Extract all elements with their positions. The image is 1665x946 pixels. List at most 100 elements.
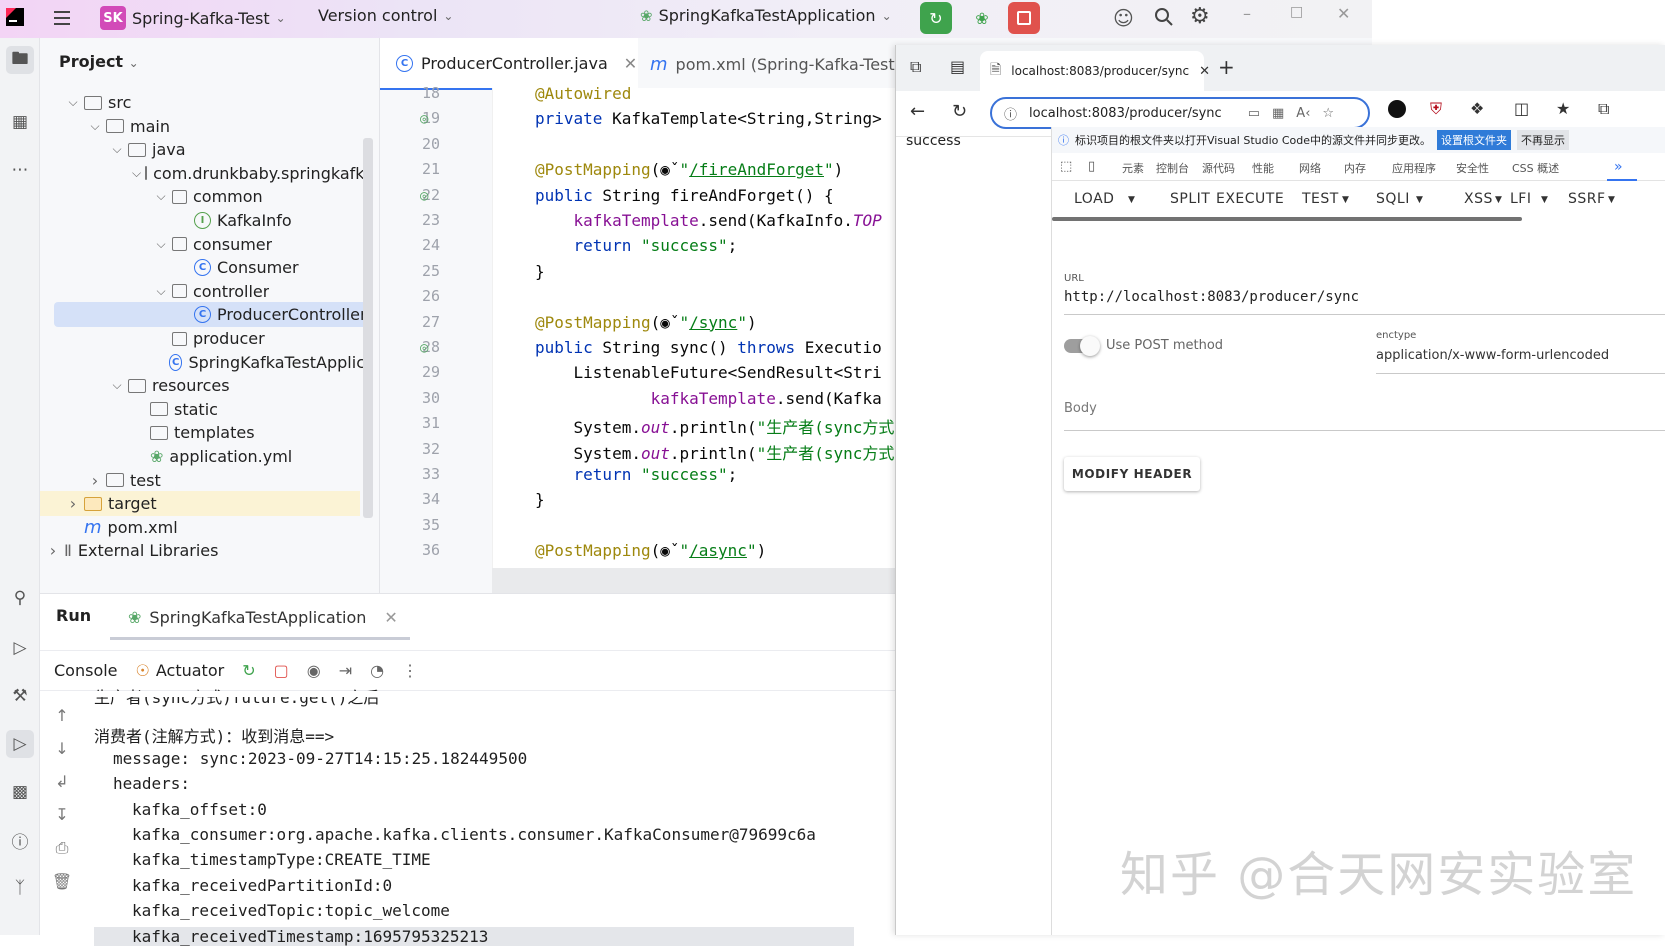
tree-item[interactable]: I KafkaInfo: [40, 208, 292, 233]
chevron-down-icon[interactable]: ⌵: [154, 237, 168, 252]
rerun-icon[interactable]: ↻: [242, 661, 255, 680]
spring-bean-gutter-icon[interactable]: ◎: [420, 340, 428, 356]
gauge-icon[interactable]: ◔: [370, 661, 384, 680]
debug-button[interactable]: ❀: [966, 2, 998, 34]
hackbar-menu-item[interactable]: XSS: [1464, 191, 1493, 207]
services-icon[interactable]: ▷: [6, 634, 34, 662]
search-icon[interactable]: ⚲: [6, 584, 34, 612]
hackbar-scrollbar[interactable]: [1052, 217, 1522, 221]
spring-bean-gutter-icon[interactable]: ◎: [420, 111, 428, 127]
devtools-tab[interactable]: 安全性: [1456, 160, 1489, 176]
chevron-down-icon[interactable]: ⌵: [66, 95, 80, 110]
hackbar-menu-item[interactable]: SPLIT: [1170, 191, 1210, 207]
dropdown-caret-icon[interactable]: ▼: [1342, 195, 1349, 205]
chevron-right-icon[interactable]: ›: [46, 541, 60, 560]
scroll-down-icon[interactable]: ↓: [55, 739, 68, 758]
tree-item[interactable]: C ProducerController: [54, 302, 369, 328]
chevron-down-icon[interactable]: ⌵: [110, 378, 124, 393]
enctype-select[interactable]: application/x-www-form-urlencoded: [1376, 348, 1665, 374]
tree-item[interactable]: › Ⅱ External Libraries: [40, 538, 219, 563]
hackbar-menu-item[interactable]: SQLI: [1376, 191, 1410, 207]
restore-layout-icon[interactable]: ⇥: [339, 661, 352, 680]
inspect-icon[interactable]: ⬚: [1060, 159, 1072, 174]
chevron-down-icon[interactable]: ⌵: [110, 142, 124, 157]
devtools-tab[interactable]: 源代码: [1202, 160, 1235, 176]
run-config-selector[interactable]: ❀ SpringKafkaTestApplication ⌄: [640, 6, 892, 25]
devtools-tab[interactable]: 网络: [1299, 160, 1321, 176]
tree-item[interactable]: ⌵ common: [40, 184, 262, 209]
editor-hscroll[interactable]: [492, 568, 895, 593]
devtools-tab[interactable]: 元素: [1122, 160, 1144, 176]
tab-actions-icon[interactable]: ▤: [950, 57, 965, 76]
browser-tab[interactable]: 🗎 localhost:8083/producer/sync ✕: [980, 51, 1210, 91]
tree-item[interactable]: ⌵ consumer: [40, 232, 272, 257]
hackbar-menu-item[interactable]: LFI: [1510, 191, 1531, 207]
devtools-tab[interactable]: 控制台: [1156, 160, 1189, 176]
devtools-tab[interactable]: 应用程序: [1392, 160, 1436, 176]
tree-item[interactable]: static: [40, 397, 218, 422]
soft-wrap-icon[interactable]: ↲: [55, 772, 68, 791]
more-icon[interactable]: ⋮: [402, 661, 418, 680]
tree-item[interactable]: m pom.xml: [40, 515, 178, 540]
tree-item[interactable]: ⌵ src: [40, 90, 131, 115]
code-editor[interactable]: 18 @Autowired 19 ◎ private KafkaTemplate<Str…: [380, 84, 895, 593]
ide-logo-icon[interactable]: [4, 6, 26, 28]
chevron-down-icon[interactable]: ⌵: [154, 284, 168, 299]
chevron-down-icon[interactable]: ⌵: [154, 189, 168, 204]
tree-item[interactable]: C SpringKafkaTestApplic: [40, 350, 365, 375]
run-tool-icon[interactable]: ▷: [6, 730, 34, 758]
scroll-up-icon[interactable]: ↑: [55, 706, 68, 725]
chevron-right-icon[interactable]: ›: [88, 471, 102, 490]
url-input[interactable]: http://localhost:8083/producer/sync: [1064, 289, 1665, 315]
reload-icon[interactable]: ↻: [952, 101, 967, 122]
dropdown-caret-icon[interactable]: ▼: [1495, 195, 1502, 205]
add-user-icon[interactable]: ☺: [1113, 6, 1134, 30]
tree-item[interactable]: ⌵ main: [40, 114, 170, 139]
set-root-folder-button[interactable]: 设置根文件夹: [1437, 130, 1512, 150]
run-config-tab[interactable]: ❀ SpringKafkaTestApplication ✕: [128, 594, 398, 640]
chevron-right-icon[interactable]: ›: [66, 494, 80, 513]
vcs-menu[interactable]: Version control ⌄: [318, 6, 453, 25]
gear-icon[interactable]: ⚙: [1190, 4, 1210, 29]
dont-show-again-button[interactable]: 不再显示: [1517, 130, 1570, 150]
project-switcher[interactable]: SK Spring-Kafka-Test ⌄: [100, 6, 286, 30]
tree-item[interactable]: ⌵ com.drunkbaby.springkafka: [40, 161, 365, 186]
body-input[interactable]: Body: [1064, 401, 1665, 431]
device-icon[interactable]: ▭: [1248, 106, 1260, 121]
dropdown-caret-icon[interactable]: ▼: [1541, 195, 1548, 205]
workspaces-icon[interactable]: ⧉: [910, 57, 921, 77]
tree-item[interactable]: › target: [40, 491, 360, 517]
more-tools-icon[interactable]: ⋯: [6, 156, 34, 184]
read-aloud-icon[interactable]: A‹: [1296, 106, 1310, 121]
project-panel-title[interactable]: Project ⌄: [59, 52, 139, 71]
tree-item[interactable]: producer: [40, 326, 265, 351]
collections-icon[interactable]: ⧉: [1598, 99, 1609, 119]
camera-icon[interactable]: ◉: [307, 661, 321, 680]
project-tool-icon[interactable]: 🖿: [6, 46, 34, 74]
post-method-toggle[interactable]: [1064, 336, 1100, 356]
chevron-down-icon[interactable]: ⌵: [132, 166, 141, 181]
device-toggle-icon[interactable]: ▯: [1088, 159, 1095, 174]
terminal-icon[interactable]: ▩: [6, 778, 34, 806]
scroll-to-end-icon[interactable]: ↧: [55, 805, 68, 824]
problems-icon[interactable]: ⓘ: [6, 826, 34, 854]
split-screen-icon[interactable]: ◫: [1514, 99, 1529, 118]
hackbar-menu-item[interactable]: EXECUTE: [1216, 191, 1284, 207]
git-icon[interactable]: ᛉ: [6, 874, 34, 902]
search-icon[interactable]: [1153, 6, 1175, 28]
more-tabs-icon[interactable]: »: [1614, 159, 1623, 175]
stop-button[interactable]: [1008, 2, 1040, 34]
info-icon[interactable]: ⓘ: [1004, 104, 1017, 123]
structure-icon[interactable]: ▦: [6, 108, 34, 136]
favorites-icon[interactable]: ★: [1556, 99, 1570, 118]
close-tab-icon[interactable]: ✕: [624, 54, 637, 73]
tree-item[interactable]: ❀ application.yml: [40, 444, 292, 469]
maximize-icon[interactable]: □: [1290, 4, 1303, 20]
stop-icon[interactable]: ▢: [274, 661, 289, 680]
spring-bean-gutter-icon[interactable]: ◎: [420, 188, 428, 204]
devtools-tab[interactable]: 内存: [1344, 160, 1366, 176]
apps-icon[interactable]: ▦: [1272, 106, 1284, 121]
main-menu-icon[interactable]: [50, 6, 74, 30]
tree-item[interactable]: › test: [40, 468, 161, 493]
build-icon[interactable]: ⚒: [6, 682, 34, 710]
